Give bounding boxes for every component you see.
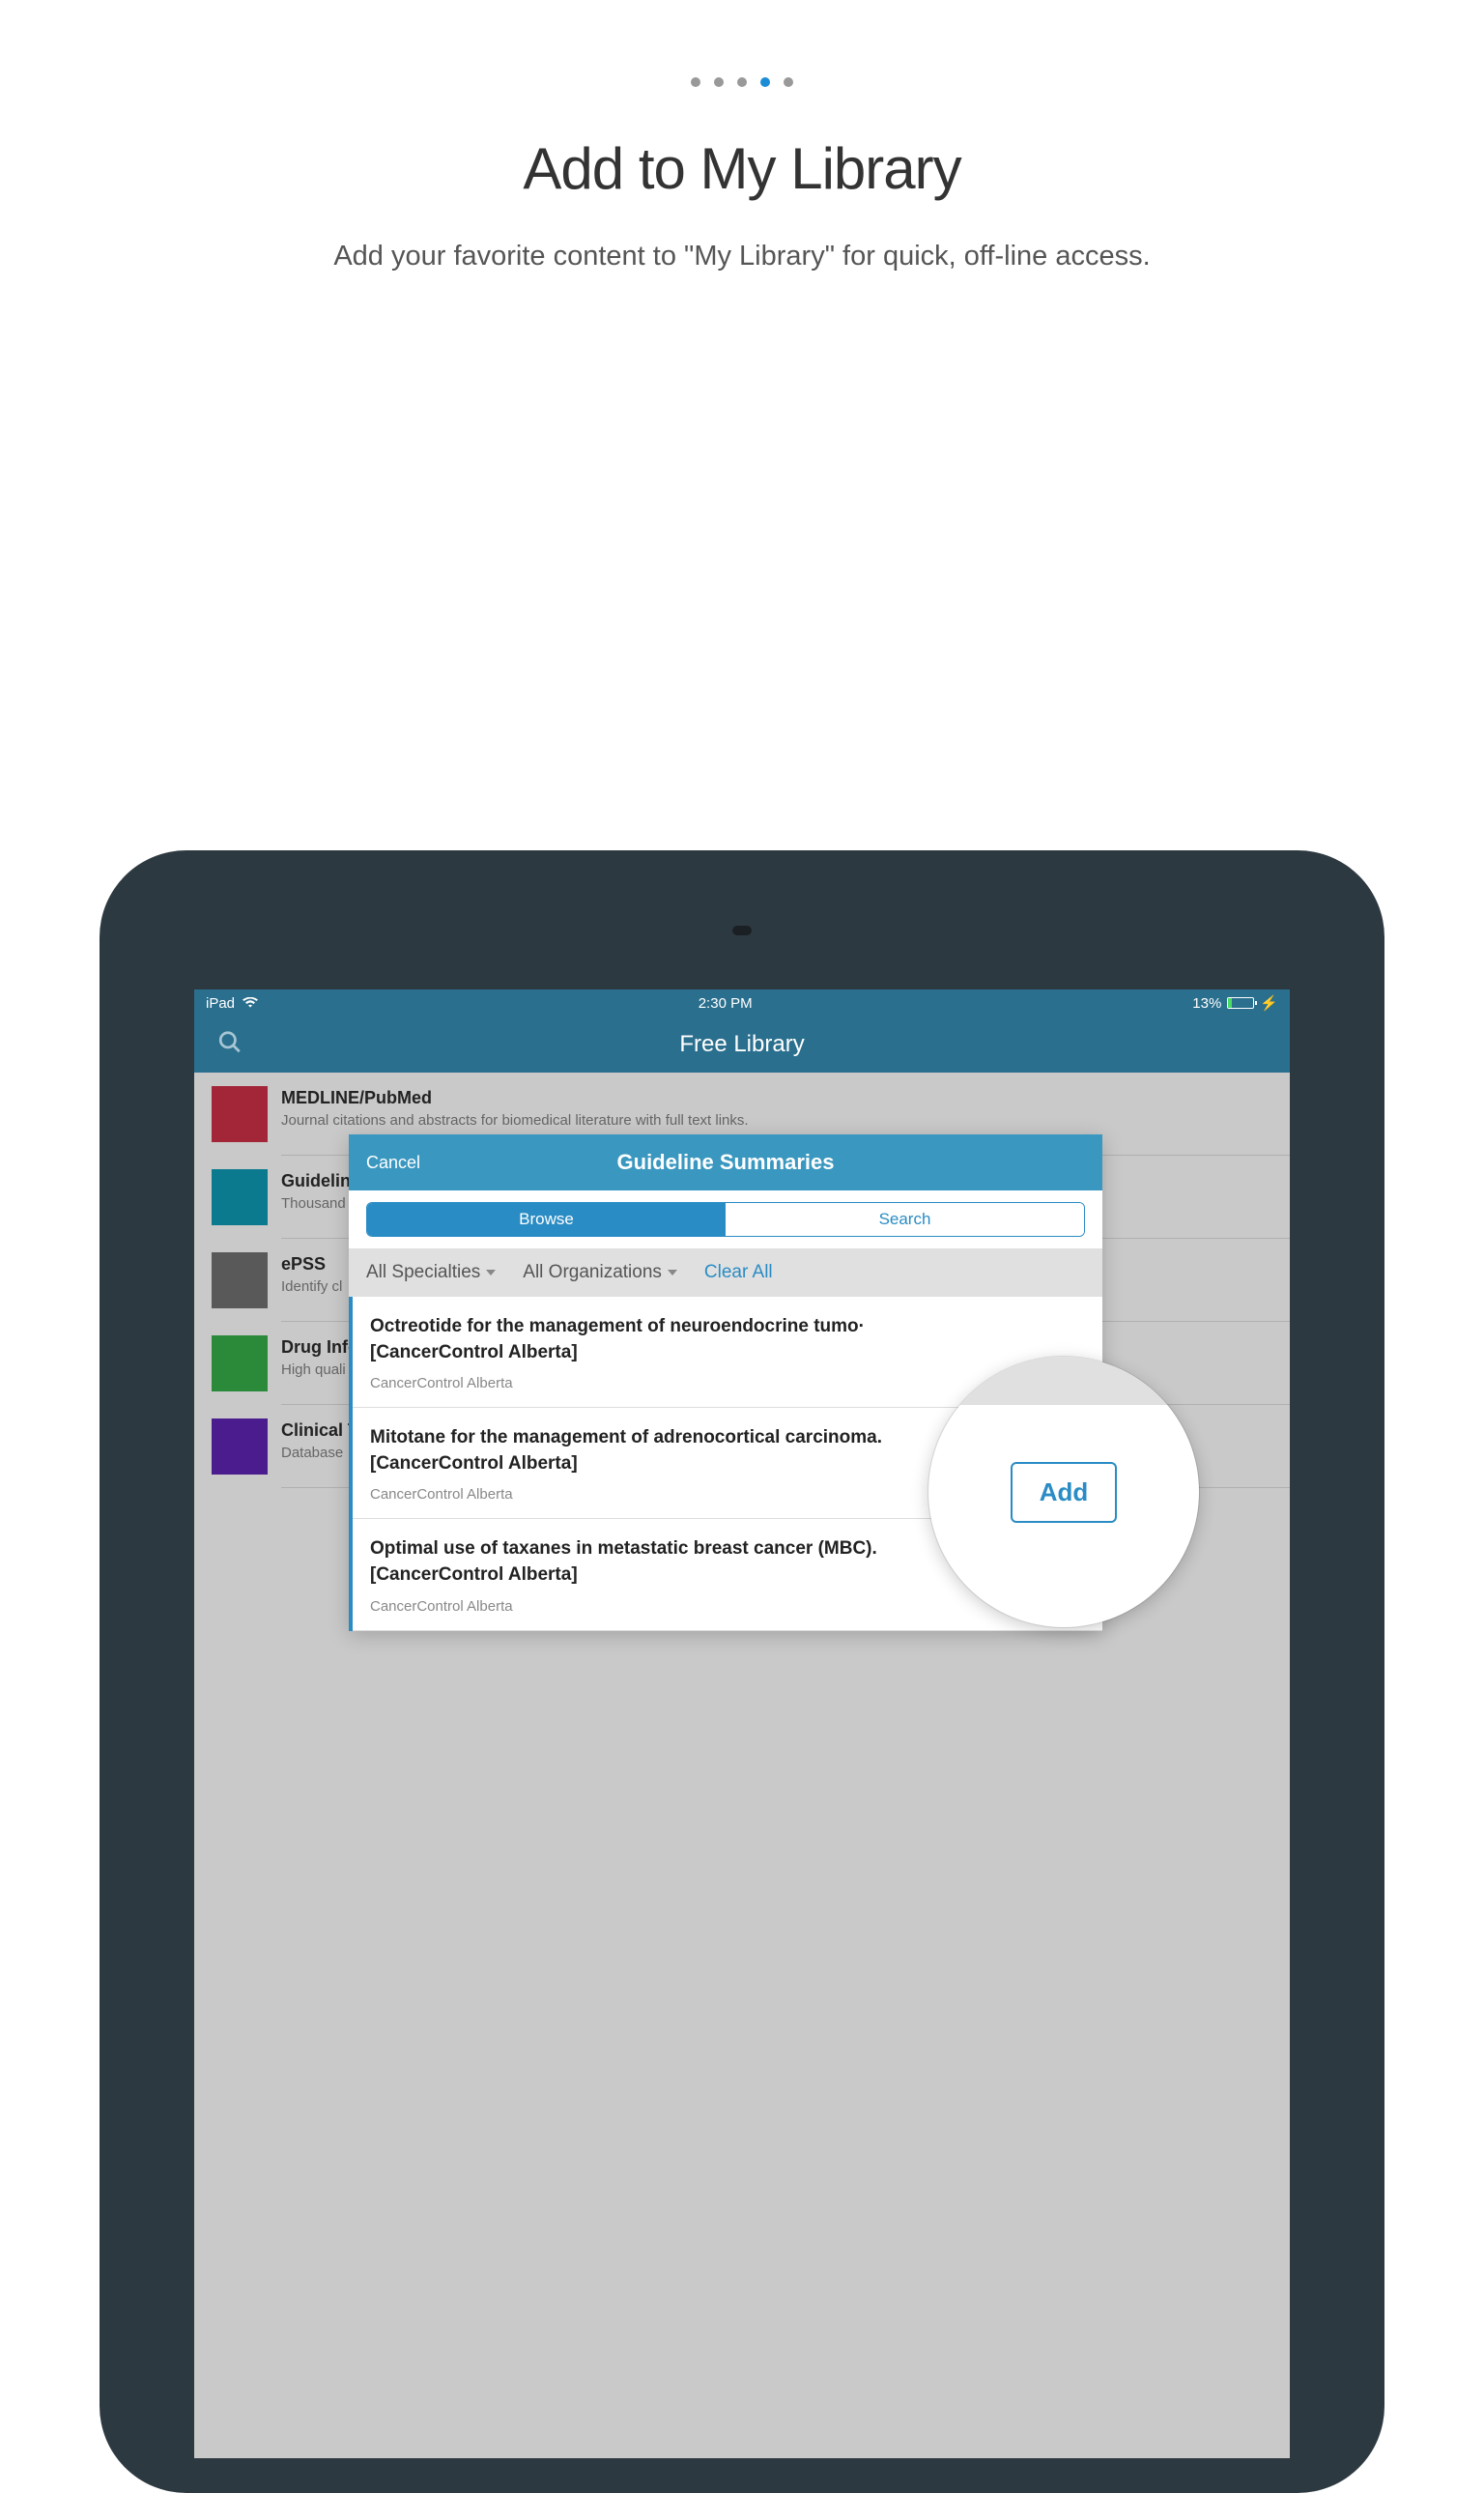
library-item-color: [212, 1418, 268, 1475]
battery-percent: 13%: [1192, 995, 1221, 1012]
library-item-subtitle: Identify cl: [281, 1278, 342, 1295]
page-title: Add to My Library: [0, 135, 1484, 202]
pagination-dots: [0, 0, 1484, 87]
library-item-color: [212, 1086, 268, 1142]
charging-icon: ⚡: [1260, 994, 1278, 1012]
modal-header: Cancel Guideline Summaries: [349, 1134, 1102, 1190]
status-time: 2:30 PM: [699, 995, 753, 1012]
magnifier-highlight: Add: [928, 1357, 1199, 1627]
ipad-camera: [732, 926, 752, 935]
chevron-down-icon: [486, 1270, 496, 1275]
search-icon[interactable]: [217, 1030, 243, 1060]
page-dot[interactable]: [784, 77, 793, 87]
library-item-title: MEDLINE/PubMed: [281, 1088, 749, 1108]
filter-specialties[interactable]: All Specialties: [366, 1262, 496, 1283]
clear-all-button[interactable]: Clear All: [704, 1262, 773, 1283]
page-dot-active[interactable]: [760, 77, 770, 87]
page-dot[interactable]: [691, 77, 700, 87]
wifi-icon: [243, 997, 258, 1009]
chevron-down-icon: [668, 1270, 677, 1275]
cancel-button[interactable]: Cancel: [366, 1153, 420, 1173]
ipad-frame: iPad 2:30 PM 13% ⚡: [100, 850, 1384, 2493]
library-item-color: [212, 1169, 268, 1225]
nav-bar: Free Library: [194, 1017, 1290, 1073]
tab-browse[interactable]: Browse: [367, 1203, 726, 1236]
filter-organizations[interactable]: All Organizations: [523, 1262, 677, 1283]
nav-title: Free Library: [194, 1031, 1290, 1058]
filter-bar: All Specialties All Organizations Clear …: [349, 1248, 1102, 1297]
device-label: iPad: [206, 995, 235, 1012]
library-item-title: Clinical T: [281, 1420, 358, 1441]
status-bar: iPad 2:30 PM 13% ⚡: [194, 989, 1290, 1017]
library-item-subtitle: Database: [281, 1445, 358, 1461]
library-item-title: Drug Info: [281, 1337, 358, 1358]
page-dot[interactable]: [714, 77, 724, 87]
modal-title: Guideline Summaries: [349, 1150, 1102, 1175]
page-dot[interactable]: [737, 77, 747, 87]
filter-specialties-label: All Specialties: [366, 1262, 480, 1283]
library-item-subtitle: Journal citations and abstracts for biom…: [281, 1112, 749, 1129]
result-source: CancerControl Alberta: [370, 1598, 1085, 1615]
library-item-color: [212, 1252, 268, 1308]
library-item-title: ePSS: [281, 1254, 342, 1275]
battery-icon: [1227, 997, 1254, 1009]
tab-search[interactable]: Search: [726, 1203, 1084, 1236]
library-item-color: [212, 1335, 268, 1391]
page-subtitle: Add your favorite content to "My Library…: [0, 241, 1484, 272]
add-button-magnified[interactable]: Add: [1011, 1462, 1118, 1523]
segmented-control: Browse Search: [366, 1202, 1085, 1237]
filter-organizations-label: All Organizations: [523, 1262, 662, 1283]
library-item-subtitle: High quali: [281, 1361, 358, 1378]
ipad-screen: iPad 2:30 PM 13% ⚡: [194, 989, 1290, 2458]
